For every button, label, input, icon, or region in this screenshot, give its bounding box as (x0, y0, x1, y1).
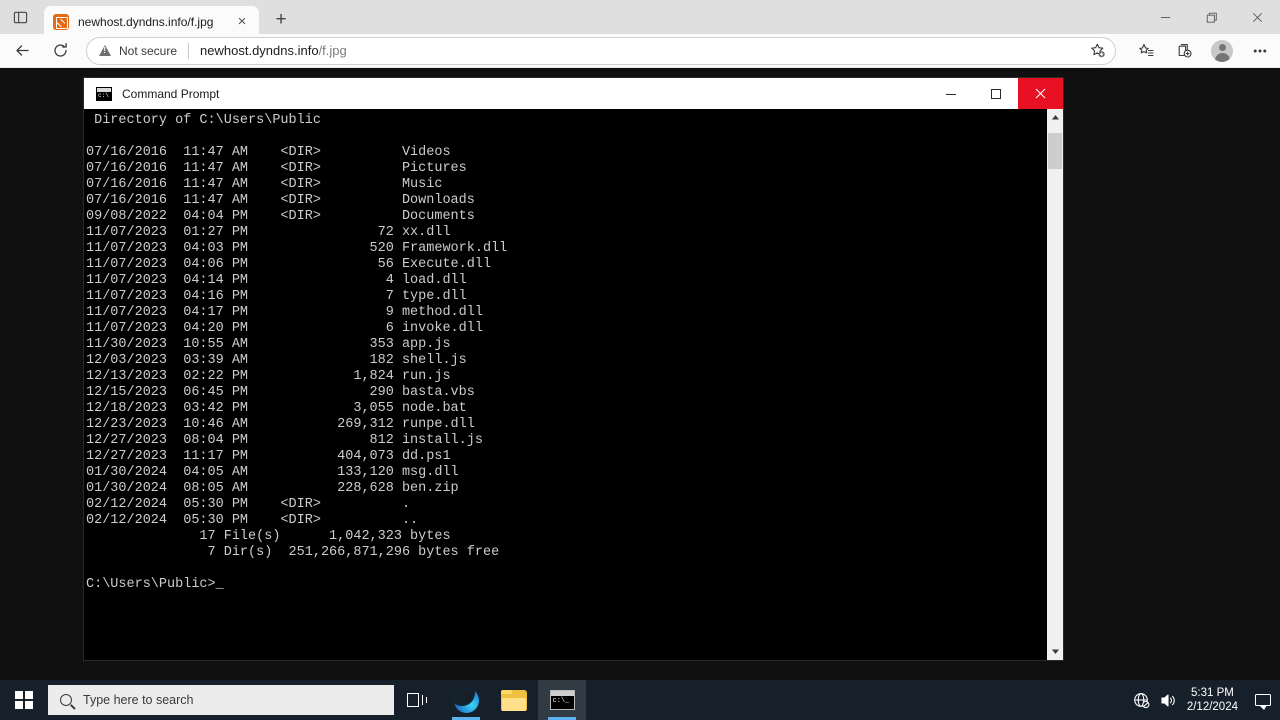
notification-icon[interactable] (1248, 680, 1278, 720)
command-prompt-window: Command Prompt Directory of C:\Users\Pub… (84, 78, 1063, 660)
console-line: 12/27/2023 08:04 PM 812 install.js (86, 433, 483, 448)
not-secure-warning-icon (99, 45, 111, 56)
close-icon[interactable] (1018, 78, 1063, 109)
divider (188, 42, 190, 59)
windows-logo (15, 691, 33, 709)
browser-tab[interactable]: newhost.dyndns.info/f.jpg × (44, 6, 259, 37)
reload-icon[interactable] (44, 36, 76, 66)
security-status-label: Not secure (119, 43, 178, 58)
folder-icon (501, 689, 527, 711)
console-line: 12/15/2023 06:45 PM 290 basta.vbs (86, 385, 475, 400)
console-line: 11/07/2023 04:20 PM 6 invoke.dll (86, 321, 483, 336)
network-disconnected-icon[interactable] (1129, 680, 1155, 720)
console-line: 17 File(s) 1,042,323 bytes (86, 529, 451, 544)
tab-title: newhost.dyndns.info/f.jpg (78, 14, 214, 29)
console-line: 11/07/2023 04:06 PM 56 Execute.dll (86, 257, 492, 272)
browser-toolbar: Not secure newhost.dyndns.info/f.jpg (0, 34, 1280, 68)
address-bar[interactable]: Not secure newhost.dyndns.info/f.jpg (86, 36, 1116, 65)
maximize-icon[interactable] (973, 78, 1018, 109)
notification-box (1255, 694, 1271, 710)
tab-list-icon[interactable] (0, 0, 40, 34)
console-line: 7 Dir(s) 251,266,871,296 bytes free (86, 545, 500, 560)
more-options-icon[interactable] (1244, 36, 1276, 66)
console-scrollbar[interactable] (1046, 109, 1063, 660)
close-icon[interactable] (1234, 0, 1280, 34)
cmd-window-controls (928, 78, 1063, 109)
console-line: 11/07/2023 04:14 PM 4 load.dll (86, 273, 467, 288)
page-viewport: Command Prompt Directory of C:\Users\Pub… (0, 69, 1280, 720)
command-prompt-icon (96, 86, 112, 101)
console-line: 01/30/2024 08:05 AM 228,628 ben.zip (86, 481, 459, 496)
search-placeholder: Type here to search (83, 693, 194, 707)
clock-date: 2/12/2024 (1186, 701, 1238, 713)
scroll-down-icon[interactable] (1047, 643, 1063, 660)
back-arrow-icon[interactable] (6, 36, 38, 66)
avatar (1211, 39, 1233, 62)
console-line: 11/07/2023 04:03 PM 520 Framework.dll (86, 241, 508, 256)
scrollbar-thumb[interactable] (1048, 133, 1062, 169)
console-line: 02/12/2024 05:30 PM <DIR> . (86, 497, 411, 512)
restore-icon[interactable] (1188, 0, 1234, 34)
collections-icon[interactable] (1168, 36, 1200, 66)
system-tray: 5:31 PM 2/12/2024 (1129, 680, 1280, 720)
cmd-window-title: Command Prompt (122, 86, 220, 101)
edge-icon (453, 687, 479, 713)
url-host: newhost.dyndns.info (200, 43, 319, 58)
command-prompt-icon (549, 690, 575, 710)
search-input[interactable]: Type here to search (48, 685, 394, 715)
console-line: C:\Users\Public>_ (86, 577, 224, 592)
console-line: 09/08/2022 04:04 PM <DIR> Documents (86, 209, 475, 224)
minimize-icon[interactable] (928, 78, 973, 109)
url-path: /f.jpg (318, 43, 347, 58)
taskbar-item-file-explorer[interactable] (490, 680, 538, 720)
console-line: 07/16/2016 11:47 AM <DIR> Downloads (86, 193, 475, 208)
console-line: 07/16/2016 11:47 AM <DIR> Music (86, 177, 443, 192)
windows-taskbar: Type here to search c:\_ 5:31 PM 2/12/20… (0, 680, 1280, 720)
speaker-icon[interactable] (1155, 680, 1181, 720)
cmd-title-bar[interactable]: Command Prompt (84, 78, 1063, 109)
console-output[interactable]: Directory of C:\Users\Public 07/16/2016 1… (84, 109, 1046, 660)
search-icon (60, 694, 72, 706)
close-icon[interactable]: × (231, 11, 253, 33)
console-line: 11/07/2023 04:16 PM 7 type.dll (86, 289, 467, 304)
taskbar-item-task-view[interactable] (394, 680, 442, 720)
profile-avatar-icon[interactable] (1206, 36, 1238, 66)
console-line: 12/23/2023 10:46 AM 269,312 runpe.dll (86, 417, 475, 432)
toolbar-right-actions (1124, 36, 1280, 66)
console-line: 07/16/2016 11:47 AM <DIR> Videos (86, 145, 451, 160)
taskbar-item-command-prompt[interactable] (538, 680, 586, 720)
console-line: 11/07/2023 01:27 PM 72 xx.dll (86, 225, 451, 240)
cmd-body: Directory of C:\Users\Public 07/16/2016 1… (84, 109, 1063, 660)
windows-start-icon[interactable] (0, 680, 48, 720)
scrollbar-track[interactable] (1047, 126, 1063, 643)
console-line: 12/03/2023 03:39 AM 182 shell.js (86, 353, 467, 368)
console-line: 07/16/2016 11:47 AM <DIR> Pictures (86, 161, 467, 176)
task-view-icon (407, 692, 429, 709)
console-line: 02/12/2024 05:30 PM <DIR> .. (86, 513, 419, 528)
url-input[interactable]: newhost.dyndns.info/f.jpg (200, 43, 347, 58)
console-line: 01/30/2024 04:05 AM 133,120 msg.dll (86, 465, 459, 480)
broken-image-icon (53, 13, 69, 30)
console-line: 11/07/2023 04:17 PM 9 method.dll (86, 305, 483, 320)
favorites-list-icon[interactable] (1130, 36, 1162, 66)
scroll-up-icon[interactable] (1047, 109, 1063, 126)
tab-strip: newhost.dyndns.info/f.jpg × + (0, 0, 1280, 37)
browser-window-controls (1142, 0, 1280, 34)
console-line: 12/18/2023 03:42 PM 3,055 node.bat (86, 401, 467, 416)
taskbar-item-edge[interactable] (442, 680, 490, 720)
console-line: 12/27/2023 11:17 PM 404,073 dd.ps1 (86, 449, 451, 464)
minimize-icon[interactable] (1142, 0, 1188, 34)
new-tab-button[interactable]: + (265, 5, 297, 35)
clock-time: 5:31 PM (1191, 687, 1234, 699)
taskbar-clock[interactable]: 5:31 PM 2/12/2024 (1181, 686, 1248, 714)
star-plus-icon[interactable] (1083, 39, 1111, 63)
console-line: 12/13/2023 02:22 PM 1,824 run.js (86, 369, 451, 384)
console-line: 11/30/2023 10:55 AM 353 app.js (86, 337, 451, 352)
browser-window: newhost.dyndns.info/f.jpg × + ! Not secu… (0, 0, 1280, 720)
console-line: Directory of C:\Users\Public (86, 113, 321, 128)
